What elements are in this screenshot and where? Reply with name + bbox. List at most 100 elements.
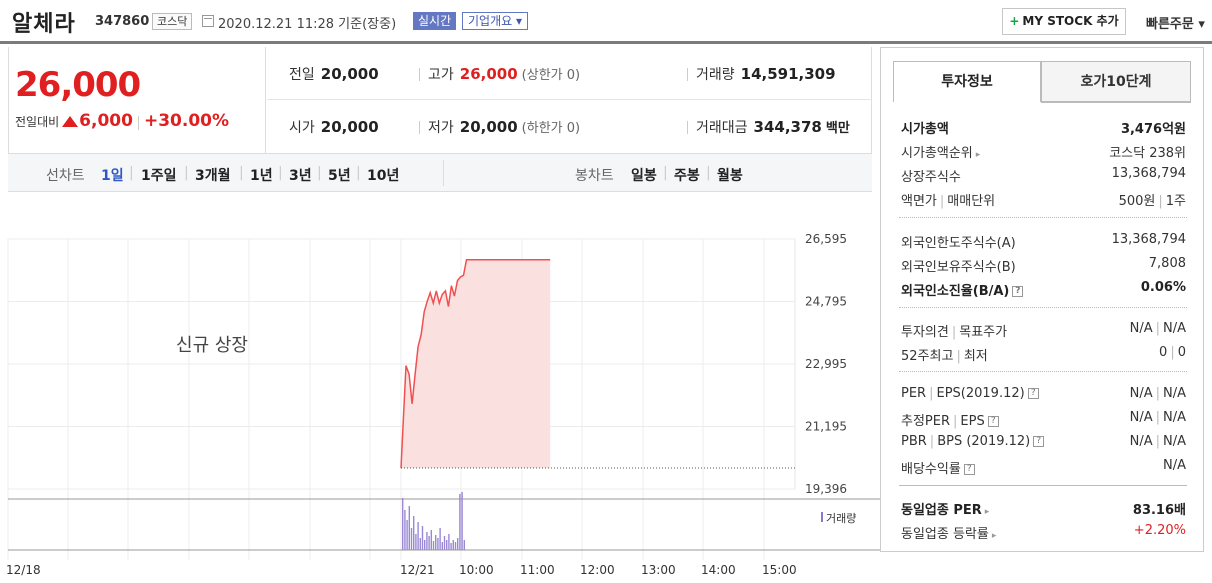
volume-bar bbox=[406, 520, 408, 550]
price-area bbox=[401, 259, 551, 468]
chevron-right-icon: ▸ bbox=[991, 531, 997, 541]
volume-bar bbox=[426, 532, 428, 550]
tab-3year[interactable]: 3년 bbox=[289, 165, 312, 185]
chevron-right-icon: ▸ bbox=[975, 150, 981, 160]
tab-5year[interactable]: 5년 bbox=[328, 165, 351, 185]
dividend-row: 배당수익률? N/A bbox=[901, 458, 1186, 477]
volume-bar bbox=[454, 542, 457, 550]
volume-bar bbox=[408, 506, 410, 550]
per-row: PER | EPS(2019.12)? N/A | N/A bbox=[901, 386, 1186, 401]
up-arrow-icon bbox=[62, 116, 79, 127]
x-tick-label: 12:00 bbox=[580, 563, 615, 577]
volume-bars bbox=[402, 492, 465, 550]
calendar-icon bbox=[202, 15, 214, 27]
volume-bar bbox=[443, 536, 446, 550]
market-cap-row: 시가총액 3,476억원 bbox=[901, 122, 1186, 137]
x-axis: 12/18 12/21 10:00 11:00 12:00 13:00 14:00 15:00 bbox=[6, 563, 797, 577]
open-price: 시가 20,000 bbox=[289, 118, 379, 136]
volume-bar bbox=[457, 538, 459, 550]
market-cap-rank-row[interactable]: 시가총액순위 ▸ 코스닥 238위 bbox=[901, 142, 1186, 162]
industry-per-row[interactable]: 동일업종 PER ▸ 83.16배 bbox=[901, 499, 1186, 519]
pbr-row: PBR | BPS (2019.12)? N/A | N/A bbox=[901, 434, 1186, 449]
volume-bar bbox=[446, 540, 448, 550]
tab-investment-info[interactable]: 투자정보 bbox=[893, 61, 1041, 102]
volume-bar bbox=[402, 498, 404, 550]
volume-bar bbox=[430, 530, 432, 550]
volume-bar bbox=[428, 536, 430, 550]
volume-bar bbox=[439, 528, 441, 550]
volume-legend: 거래량 bbox=[826, 512, 856, 525]
x-tick-label: 10:00 bbox=[459, 563, 494, 577]
volume-bar bbox=[413, 516, 415, 550]
volume-bar bbox=[437, 538, 439, 550]
volume-bar bbox=[463, 540, 465, 550]
x-tick-label: 15:00 bbox=[762, 563, 797, 577]
stock-code: 347860 bbox=[95, 14, 150, 29]
price-stats: 전일 20,000 고가 26,000 (상한가 0) 거래량 14,591,309 시… bbox=[267, 47, 872, 153]
help-icon[interactable]: ? bbox=[1033, 436, 1045, 447]
volume: 거래량 14,591,309 bbox=[687, 64, 836, 84]
tab-10year[interactable]: 10년 bbox=[367, 165, 399, 185]
plus-icon: + bbox=[1009, 14, 1020, 28]
timestamp: 2020.12.21 11:28 기준(장중) bbox=[218, 17, 397, 32]
candle-chart-label: 봉차트 bbox=[575, 168, 614, 184]
foreign-holding-row: 외국인보유주식수(B) 7,808 bbox=[901, 256, 1186, 275]
volume-bar bbox=[424, 540, 426, 550]
x-tick-label: 12/21 bbox=[400, 563, 435, 577]
help-icon[interactable]: ? bbox=[963, 464, 975, 475]
company-overview-button[interactable]: 기업개요 ▾ bbox=[462, 12, 529, 30]
new-listing-annotation: 신규 상장 bbox=[176, 335, 248, 356]
quick-order-button[interactable]: 빠른주문 ▾ bbox=[1146, 13, 1205, 32]
high-price: 고가 26,000 (상한가 0) bbox=[419, 64, 580, 84]
volume-bar bbox=[461, 492, 463, 550]
volume-bar bbox=[421, 526, 424, 550]
tab-1week[interactable]: 1주일 bbox=[141, 165, 177, 185]
y-tick-label: 19,396 bbox=[805, 482, 847, 496]
volume-bar bbox=[419, 538, 421, 550]
industry-change-row[interactable]: 동일업종 등락률 ▸ +2.20% bbox=[901, 523, 1186, 543]
price-chart: 26,595 24,795 22,995 21,195 19,396 12/18 12/2… bbox=[6, 232, 880, 577]
volume-bar bbox=[459, 494, 461, 550]
y-tick-label: 24,795 bbox=[805, 295, 847, 309]
tab-monthly-candle[interactable]: 월봉 bbox=[717, 165, 743, 185]
change-value: 6,000 bbox=[79, 111, 133, 131]
tab-weekly-candle[interactable]: 주봉 bbox=[674, 165, 700, 185]
volume-bar bbox=[432, 541, 435, 550]
volume-bar bbox=[448, 534, 450, 550]
volume-bar bbox=[435, 535, 437, 550]
prev-close: 전일 20,000 bbox=[289, 65, 379, 83]
low-price: 저가 20,000 (하한가 0) bbox=[419, 117, 580, 137]
realtime-button[interactable]: 실시간 bbox=[413, 12, 457, 30]
help-icon[interactable]: ? bbox=[987, 416, 999, 427]
stock-header: 알체라 347860 코스닥 2020.12.21 11:28 기준(장중) 실… bbox=[0, 0, 1212, 44]
tab-1year[interactable]: 1년 bbox=[250, 165, 273, 185]
market-badge: 코스닥 bbox=[152, 13, 193, 30]
foreign-limit-row: 외국인한도주식수(A) 13,368,794 bbox=[901, 232, 1186, 251]
x-tick-label: 11:00 bbox=[520, 563, 555, 577]
par-value-row: 액면가 | 매매단위 500원 | 1주 bbox=[901, 194, 1186, 209]
help-icon[interactable]: ? bbox=[1012, 286, 1024, 297]
x-tick-label: 12/18 bbox=[6, 563, 41, 577]
investment-info-panel: 투자정보 호가10단계 시가총액 3,476억원 시가총액순위 ▸ 코스닥 238위 … bbox=[880, 47, 1204, 552]
volume-bar bbox=[452, 540, 454, 550]
help-icon[interactable]: ? bbox=[1027, 388, 1039, 399]
stock-name: 알체라 bbox=[12, 12, 76, 37]
change-label: 전일대비 bbox=[15, 115, 60, 129]
price-change: 전일대비 6,000 +30.00% bbox=[15, 111, 229, 131]
tab-1day[interactable]: 1일 bbox=[101, 165, 124, 185]
tab-3month[interactable]: 3개월 bbox=[195, 165, 231, 185]
volume-bar bbox=[415, 534, 417, 550]
trade-amount: 거래대금 344,378 백만 bbox=[687, 117, 850, 137]
y-tick-label: 26,595 bbox=[805, 232, 847, 246]
current-price-box: 26,000 전일대비 6,000 +30.00% bbox=[8, 47, 266, 153]
chart-tabs: 선차트 1일 | 1주일 | 3개월 | 1년 | 3년 | 5년 | 10년 … bbox=[8, 153, 872, 192]
change-rate: +30.00% bbox=[143, 111, 230, 131]
est-per-row: 추정PER | EPS? N/A | N/A bbox=[901, 410, 1186, 429]
x-tick-label: 13:00 bbox=[641, 563, 676, 577]
my-stock-add-button[interactable]: + MY STOCK 추가 bbox=[1002, 8, 1126, 35]
chevron-right-icon: ▸ bbox=[984, 507, 990, 517]
y-axis: 26,595 24,795 22,995 21,195 19,396 bbox=[805, 232, 847, 496]
tab-order-book[interactable]: 호가10단계 bbox=[1041, 61, 1191, 102]
foreign-ratio-row: 외국인소진율(B/A)? 0.06% bbox=[901, 280, 1186, 299]
tab-daily-candle[interactable]: 일봉 bbox=[631, 165, 657, 185]
